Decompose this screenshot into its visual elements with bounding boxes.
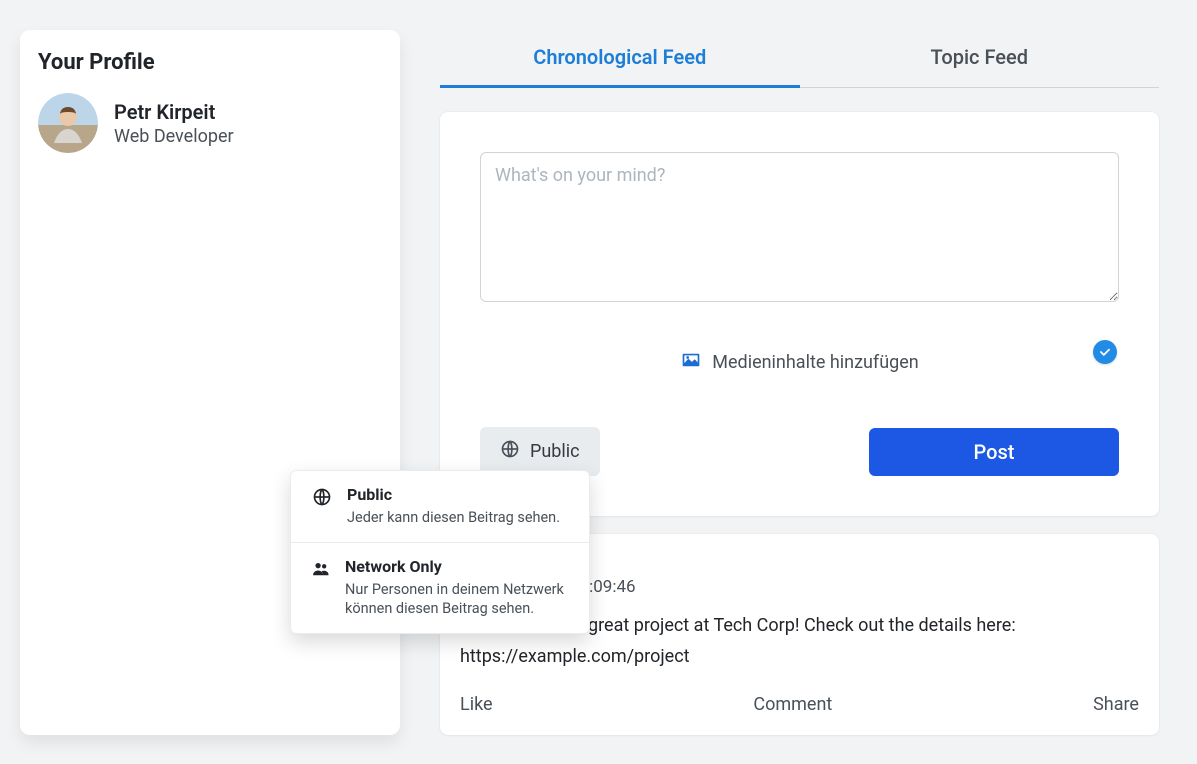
post-timestamp: -16 20:09:46 xyxy=(542,577,1139,597)
profile-heading: Your Profile xyxy=(38,50,382,75)
check-icon xyxy=(1098,345,1112,359)
image-icon xyxy=(680,350,702,375)
profile-name: Petr Kirpeit xyxy=(114,100,234,124)
visibility-option-title: Public xyxy=(347,485,560,504)
profile-row: Petr Kirpeit Web Developer xyxy=(38,93,382,153)
people-icon xyxy=(311,557,331,619)
globe-icon xyxy=(311,485,333,528)
grammar-check-badge[interactable] xyxy=(1093,340,1117,364)
feed-tabs: Chronological Feed Topic Feed xyxy=(440,30,1159,88)
visibility-selected-label: Public xyxy=(530,441,580,462)
globe-icon xyxy=(500,439,520,464)
visibility-button[interactable]: Public xyxy=(480,427,600,476)
add-media-label: Medieninhalte hinzufügen xyxy=(712,352,918,373)
composer-textarea[interactable] xyxy=(480,152,1119,302)
visibility-option-title: Network Only xyxy=(345,557,569,576)
tab-chronological[interactable]: Chronological Feed xyxy=(440,30,800,88)
visibility-option-desc: Jeder kann diesen Beitrag sehen. xyxy=(347,508,560,528)
visibility-option-desc: Nur Personen in deinem Netzwerk können d… xyxy=(345,580,569,619)
visibility-option-public[interactable]: Public Jeder kann diesen Beitrag sehen. xyxy=(291,471,589,543)
post-comment-button[interactable]: Comment xyxy=(753,694,832,715)
post-button[interactable]: Post xyxy=(869,428,1119,476)
post-like-button[interactable]: Like xyxy=(460,694,493,715)
avatar[interactable] xyxy=(38,93,98,153)
post-composer: Medieninhalte hinzufügen Public Post xyxy=(440,112,1159,516)
post-author[interactable]: e xyxy=(542,552,1139,573)
post-share-button[interactable]: Share xyxy=(1093,694,1139,715)
visibility-dropdown: Public Jeder kann diesen Beitrag sehen. … xyxy=(290,470,590,634)
profile-role: Web Developer xyxy=(114,126,234,147)
visibility-option-network[interactable]: Network Only Nur Personen in deinem Netz… xyxy=(291,543,589,633)
tab-topic[interactable]: Topic Feed xyxy=(800,30,1160,87)
add-media-button[interactable]: Medieninhalte hinzufügen xyxy=(480,350,1119,375)
